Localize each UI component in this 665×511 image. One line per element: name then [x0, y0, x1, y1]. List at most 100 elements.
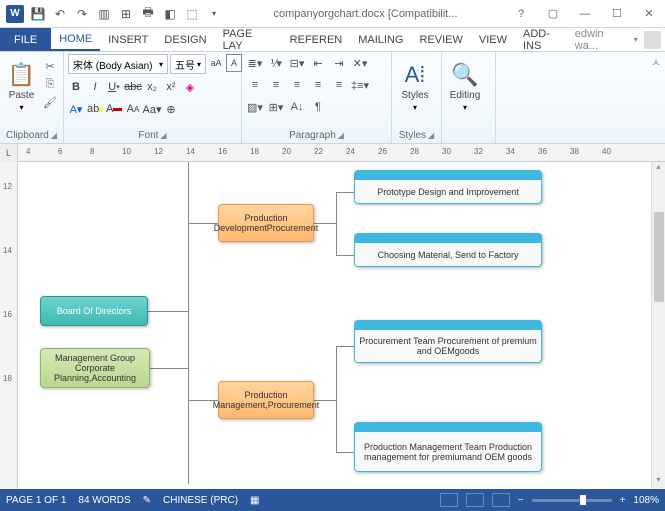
- maximize-icon[interactable]: ☐: [605, 4, 629, 24]
- highlight-button[interactable]: ab: [87, 100, 103, 118]
- minimize-icon[interactable]: —: [573, 4, 597, 24]
- strikethrough-button[interactable]: abc: [125, 78, 141, 96]
- connector: [336, 192, 354, 193]
- change-case-button[interactable]: Aa▾: [144, 100, 160, 118]
- align-center-button[interactable]: ≡: [267, 76, 285, 94]
- styles-launcher-icon[interactable]: ◢: [428, 131, 434, 140]
- tab-home[interactable]: HOME: [51, 28, 100, 51]
- qat-icon-1[interactable]: ▥: [96, 6, 112, 22]
- zoom-level[interactable]: 108%: [633, 495, 659, 506]
- tab-references[interactable]: REFEREN: [282, 28, 351, 51]
- underline-button[interactable]: U▾: [106, 78, 122, 96]
- org-node-prod-mgmt[interactable]: Production Management,Procurement: [218, 381, 314, 419]
- show-marks-button[interactable]: ¶: [309, 98, 327, 116]
- org-node-procurement-team[interactable]: Procurement Team Procurement of premium …: [354, 320, 542, 363]
- scroll-up-icon[interactable]: ▴: [652, 162, 665, 176]
- status-macro-icon[interactable]: ▦: [250, 495, 259, 506]
- increase-indent-button[interactable]: ⇥: [330, 54, 348, 72]
- tab-design[interactable]: DESIGN: [156, 28, 214, 51]
- numbering-button[interactable]: ⅟▾: [267, 54, 285, 72]
- line-spacing-button[interactable]: ‡≡▾: [351, 76, 369, 94]
- save-icon[interactable]: 💾: [30, 6, 46, 22]
- scroll-thumb[interactable]: [654, 212, 664, 302]
- clear-format-button[interactable]: ◈: [182, 78, 198, 96]
- redo-icon[interactable]: ↷: [74, 6, 90, 22]
- align-left-button[interactable]: ≡: [246, 76, 264, 94]
- print-layout-button[interactable]: [466, 493, 484, 507]
- tab-file[interactable]: FILE: [0, 28, 51, 51]
- sort-button[interactable]: A↓: [288, 98, 306, 116]
- asian-layout-button[interactable]: ✕▾: [351, 54, 369, 72]
- editing-button[interactable]: 🔍 Editing ▾: [446, 54, 484, 120]
- ribbon-options-icon[interactable]: ▢: [541, 4, 565, 24]
- tab-mailings[interactable]: MAILING: [350, 28, 411, 51]
- superscript-button[interactable]: x²: [163, 78, 179, 96]
- org-node-prod-dev[interactable]: Production DevelopmentProcurement: [218, 204, 314, 242]
- tab-page-layout[interactable]: PAGE LAY: [215, 28, 282, 51]
- paste-button[interactable]: 📋 Paste ▾: [4, 54, 39, 120]
- font-name-select[interactable]: 宋体 (Body Asian)▾: [68, 54, 168, 74]
- italic-button[interactable]: I: [87, 78, 103, 96]
- cut-icon[interactable]: ✂: [41, 58, 59, 74]
- status-language[interactable]: CHINESE (PRC): [163, 495, 238, 506]
- document-page[interactable]: Board Of Directors Management Group Corp…: [18, 162, 651, 489]
- status-proofing-icon[interactable]: ✎: [143, 495, 151, 506]
- styles-button[interactable]: A⁞ Styles ▾: [396, 54, 434, 120]
- shrink-font-button[interactable]: AA: [125, 100, 141, 118]
- tab-review[interactable]: REVIEW: [411, 28, 470, 51]
- tab-addins[interactable]: ADD-INS: [515, 28, 575, 51]
- char-border-button[interactable]: A: [226, 54, 242, 72]
- circle-char-button[interactable]: ⊕: [163, 100, 179, 118]
- vertical-scrollbar[interactable]: ▴ ▾: [651, 162, 665, 489]
- shading-button[interactable]: ▨▾: [246, 98, 264, 116]
- qat-icon-2[interactable]: ⊞: [118, 6, 134, 22]
- help-icon[interactable]: ?: [509, 4, 533, 24]
- org-node-prod-mgmt-team[interactable]: Production Management Team Production ma…: [354, 422, 542, 472]
- borders-button[interactable]: ⊞▾: [267, 98, 285, 116]
- zoom-slider-thumb[interactable]: [580, 495, 586, 505]
- avatar[interactable]: [644, 31, 661, 49]
- paragraph-launcher-icon[interactable]: ◢: [338, 131, 344, 140]
- tab-view[interactable]: VIEW: [471, 28, 515, 51]
- qat-icon-4[interactable]: ⬚: [184, 6, 200, 22]
- font-color-button[interactable]: A: [106, 100, 122, 118]
- scroll-down-icon[interactable]: ▾: [652, 475, 665, 489]
- qat-dropdown-icon[interactable]: ▾: [206, 6, 222, 22]
- status-page[interactable]: PAGE 1 OF 1: [6, 495, 66, 506]
- bold-button[interactable]: B: [68, 78, 84, 96]
- copy-icon[interactable]: ⎘: [41, 76, 59, 92]
- status-words[interactable]: 84 WORDS: [78, 495, 130, 506]
- bullets-button[interactable]: ≣▾: [246, 54, 264, 72]
- qat-icon-3[interactable]: ◧: [162, 6, 178, 22]
- close-icon[interactable]: ✕: [637, 4, 661, 24]
- tab-insert[interactable]: INSERT: [100, 28, 156, 51]
- collapse-ribbon-icon[interactable]: ㅅ: [647, 52, 665, 143]
- multilevel-button[interactable]: ⊟▾: [288, 54, 306, 72]
- decrease-indent-button[interactable]: ⇤: [309, 54, 327, 72]
- grow-font-button[interactable]: aA: [208, 54, 224, 72]
- org-node-prototype[interactable]: Prototype Design and Improvement: [354, 170, 542, 204]
- font-launcher-icon[interactable]: ◢: [160, 131, 166, 140]
- print-icon[interactable]: 🖶: [140, 6, 156, 22]
- justify-button[interactable]: ≡: [309, 76, 327, 94]
- format-painter-icon[interactable]: 🖌: [41, 94, 59, 110]
- align-right-button[interactable]: ≡: [288, 76, 306, 94]
- subscript-button[interactable]: x₂: [144, 78, 160, 96]
- org-node-management-group[interactable]: Management Group Corporate Planning,Acco…: [40, 348, 150, 388]
- org-node-material[interactable]: Choosing Material, Send to Factory: [354, 233, 542, 267]
- read-mode-button[interactable]: [440, 493, 458, 507]
- user-name[interactable]: edwin wa...: [575, 28, 628, 52]
- zoom-out-button[interactable]: −: [518, 495, 524, 506]
- font-size-select[interactable]: 五号▾: [170, 54, 206, 74]
- web-layout-button[interactable]: [492, 493, 510, 507]
- zoom-in-button[interactable]: +: [620, 495, 626, 506]
- undo-icon[interactable]: ↶: [52, 6, 68, 22]
- vertical-ruler[interactable]: 12 14 16 18: [0, 162, 18, 489]
- org-node-board[interactable]: Board Of Directors: [40, 296, 148, 326]
- horizontal-ruler[interactable]: L 4 6 8 10 12 14 16 18 20 22 24 26 28 30…: [0, 144, 665, 162]
- zoom-slider[interactable]: [532, 499, 612, 502]
- distributed-button[interactable]: ≡: [330, 76, 348, 94]
- user-dropdown-icon[interactable]: ▾: [634, 35, 638, 44]
- text-effects-button[interactable]: A▾: [68, 100, 84, 118]
- clipboard-launcher-icon[interactable]: ◢: [51, 131, 57, 140]
